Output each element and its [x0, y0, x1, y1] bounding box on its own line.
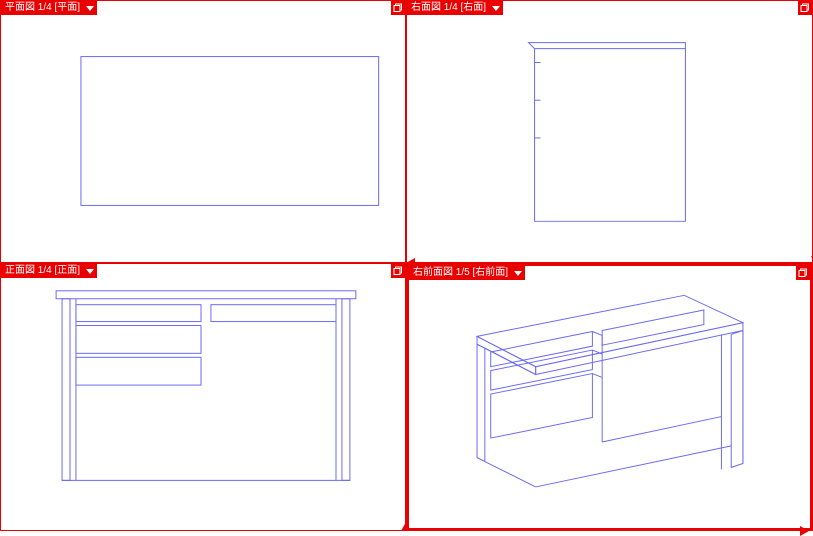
viewport-canvas: [1, 1, 405, 262]
viewport-iso[interactable]: 右前面図 1/5 [右前面]: [406, 263, 813, 531]
viewport-canvas: [409, 266, 810, 528]
axis-arrow-right-icon: [800, 526, 809, 536]
viewport-canvas: [1, 264, 405, 530]
viewport-right[interactable]: 右面図 1/4 [右面]: [406, 0, 813, 263]
axis-arrow-up-icon: [401, 522, 411, 531]
viewport-front[interactable]: 正面図 1/4 [正面]: [0, 263, 406, 531]
viewport-grid: 平面図 1/4 [平面] 右面図 1/4 [右面]: [0, 0, 813, 531]
viewport-canvas: [407, 1, 812, 262]
axis-arrow-left-icon: [406, 258, 415, 268]
viewport-plan[interactable]: 平面図 1/4 [平面]: [0, 0, 406, 263]
